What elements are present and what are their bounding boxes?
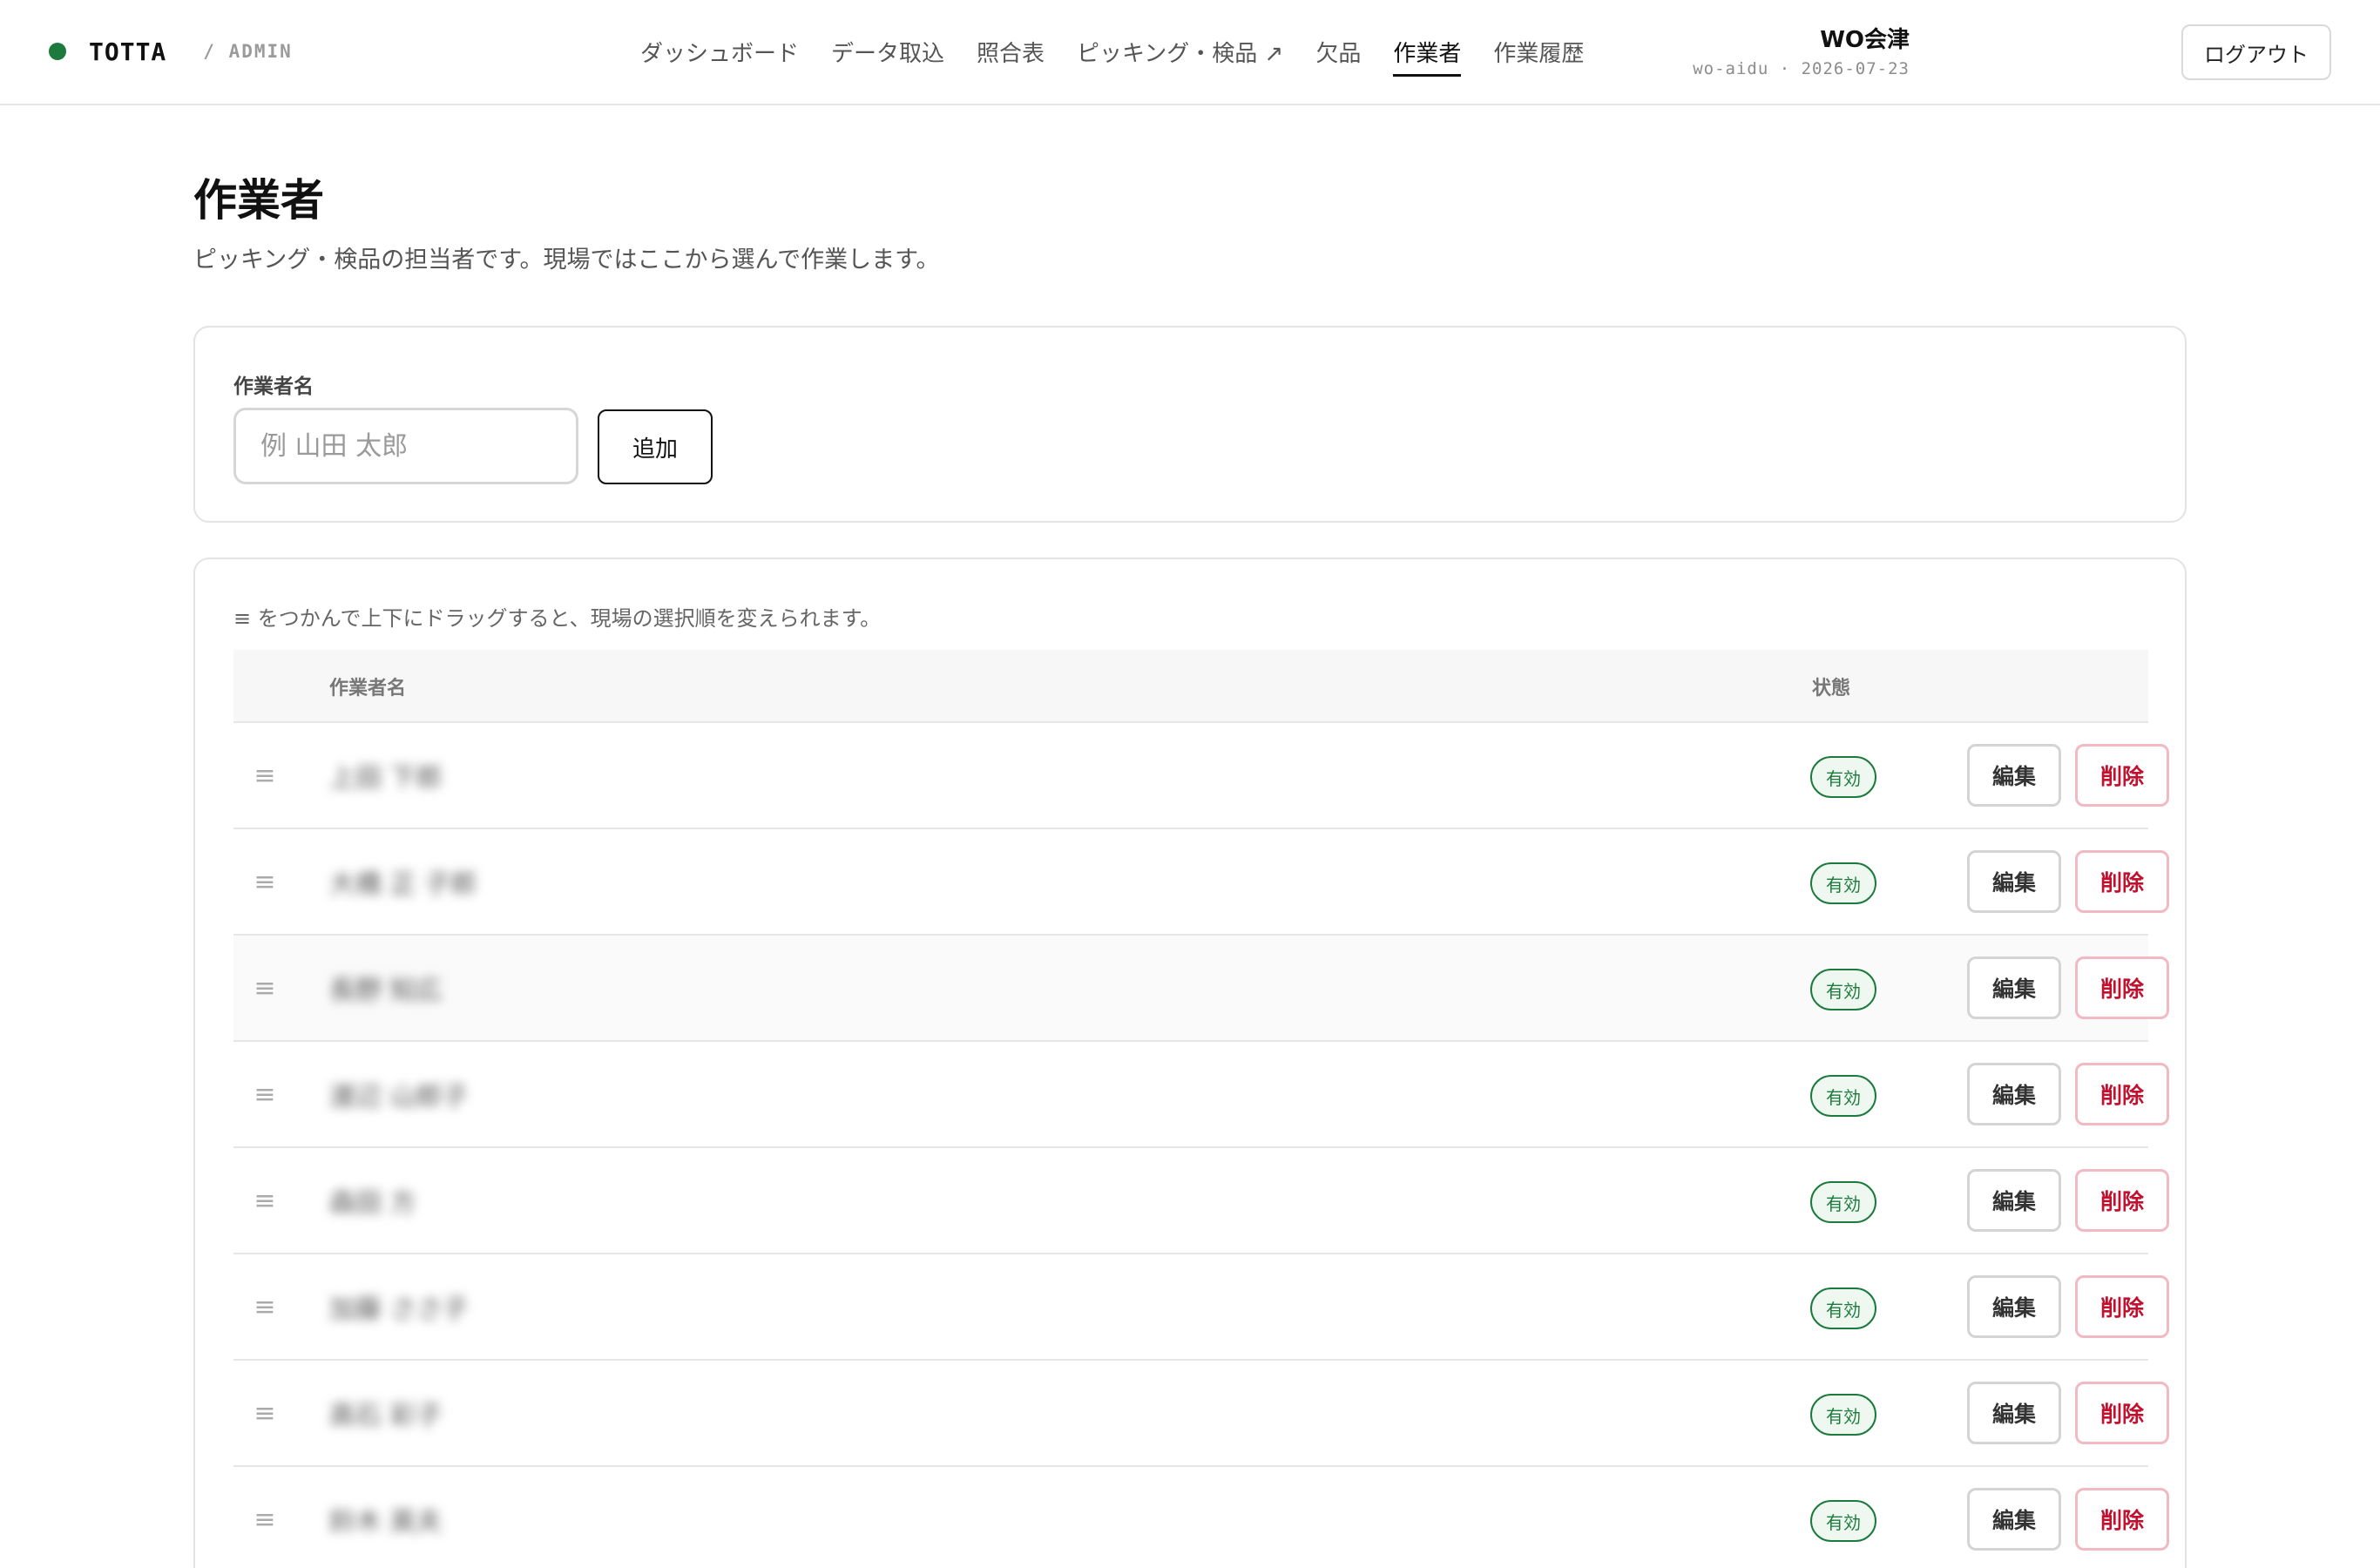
status-badge: 有効 bbox=[1810, 1500, 1876, 1542]
table-row: ≡ 大橋 正 子郎 有効 編集 削除 bbox=[233, 829, 2169, 936]
drag-handle-icon[interactable]: ≡ bbox=[249, 1467, 281, 1568]
logout-button[interactable]: ログアウト bbox=[2181, 24, 2331, 80]
main-nav: ダッシュボード データ取込 照合表 ピッキング・検品 ↗ 欠品 作業者 作業履歴 bbox=[640, 0, 1616, 103]
edit-button[interactable]: 編集 bbox=[1967, 1169, 2061, 1232]
nav-item-shortage[interactable]: 欠品 bbox=[1315, 0, 1361, 103]
status-badge: 有効 bbox=[1810, 756, 1876, 798]
edit-button[interactable]: 編集 bbox=[1967, 1382, 2061, 1444]
account-name: WO会津 bbox=[1820, 27, 1910, 53]
table-row: ≡ 加藤 ささ子 有効 編集 削除 bbox=[233, 1254, 2169, 1361]
add-worker-button[interactable]: 追加 bbox=[598, 409, 713, 484]
page-subtitle: ピッキング・検品の担当者です。現場ではここから選んで作業します。 bbox=[193, 247, 940, 274]
table-row: ≡ 上田 下郎 有効 編集 削除 bbox=[233, 723, 2169, 829]
column-header-status: 状態 bbox=[1812, 678, 1851, 700]
nav-item-workers[interactable]: 作業者 bbox=[1393, 0, 1462, 103]
worker-table: 作業者名 状態 ≡ 上田 下郎 有効 編集 削除 ≡ 大橋 正 子郎 有効 編集… bbox=[233, 650, 2169, 1568]
brand-name: TOTTA bbox=[89, 37, 167, 66]
nav-item-dashboard[interactable]: ダッシュボード bbox=[640, 0, 799, 103]
nav-item-work-history[interactable]: 作業履歴 bbox=[1493, 0, 1584, 103]
delete-button[interactable]: 削除 bbox=[2075, 1275, 2169, 1338]
worker-list-card: ≡ をつかんで上下にドラッグすると、現場の選択順を変えられます。 作業者名 状態… bbox=[193, 558, 2187, 1568]
delete-button[interactable]: 削除 bbox=[2075, 956, 2169, 1019]
drag-handle-icon[interactable]: ≡ bbox=[249, 829, 281, 934]
worker-name: 加藤 ささ子 bbox=[329, 1294, 469, 1325]
delete-button[interactable]: 削除 bbox=[2075, 850, 2169, 913]
status-badge: 有効 bbox=[1810, 1288, 1876, 1329]
status-dot-icon bbox=[49, 43, 66, 60]
table-header: 作業者名 状態 bbox=[233, 650, 2148, 723]
drag-handle-icon[interactable]: ≡ bbox=[249, 723, 281, 828]
status-badge: 有効 bbox=[1810, 969, 1876, 1010]
worker-name: 渡辺 山郎子 bbox=[329, 1082, 469, 1112]
status-badge: 有効 bbox=[1810, 1181, 1876, 1223]
edit-button[interactable]: 編集 bbox=[1967, 1488, 2061, 1551]
worker-name: 長野 知広 bbox=[329, 976, 443, 1006]
worker-name-label: 作業者名 bbox=[233, 375, 314, 398]
table-row: ≡ 高石 彩子 有効 編集 削除 bbox=[233, 1361, 2169, 1467]
delete-button[interactable]: 削除 bbox=[2075, 744, 2169, 807]
nav-item-reconciliation[interactable]: 照合表 bbox=[977, 0, 1045, 103]
page-title: 作業者 bbox=[193, 175, 324, 226]
worker-name: 上田 下郎 bbox=[329, 763, 443, 794]
brand-section: / ADMIN bbox=[203, 41, 293, 62]
nav-item-data-import[interactable]: データ取込 bbox=[831, 0, 944, 103]
drag-handle-icon[interactable]: ≡ bbox=[249, 1254, 281, 1359]
status-badge: 有効 bbox=[1810, 862, 1876, 904]
drag-hint: ≡ をつかんで上下にドラッグすると、現場の選択順を変えられます。 bbox=[233, 606, 882, 631]
edit-button[interactable]: 編集 bbox=[1967, 744, 2061, 807]
drag-handle-icon[interactable]: ≡ bbox=[249, 936, 281, 1040]
worker-name: 高石 彩子 bbox=[329, 1401, 443, 1431]
drag-handle-icon[interactable]: ≡ bbox=[249, 1042, 281, 1146]
drag-handle-icon[interactable]: ≡ bbox=[249, 1361, 281, 1465]
table-row: ≡ 長野 知広 有効 編集 削除 bbox=[233, 936, 2169, 1042]
worker-name: 森田 方 bbox=[329, 1188, 416, 1219]
delete-button[interactable]: 削除 bbox=[2075, 1382, 2169, 1444]
worker-name: 鈴木 英夫 bbox=[329, 1507, 443, 1538]
worker-name: 大橋 正 子郎 bbox=[329, 869, 477, 900]
nav-item-picking-inspection[interactable]: ピッキング・検品 ↗ bbox=[1077, 0, 1283, 103]
worker-name-input[interactable] bbox=[233, 408, 578, 484]
brand[interactable]: TOTTA / ADMIN bbox=[49, 0, 293, 103]
edit-button[interactable]: 編集 bbox=[1967, 1063, 2061, 1125]
status-badge: 有効 bbox=[1810, 1394, 1876, 1436]
drag-handle-icon[interactable]: ≡ bbox=[249, 1148, 281, 1253]
add-worker-card: 作業者名 追加 bbox=[193, 326, 2187, 523]
edit-button[interactable]: 編集 bbox=[1967, 850, 2061, 913]
delete-button[interactable]: 削除 bbox=[2075, 1488, 2169, 1551]
table-row: ≡ 森田 方 有効 編集 削除 bbox=[233, 1148, 2169, 1254]
top-bar: TOTTA / ADMIN ダッシュボード データ取込 照合表 ピッキング・検品… bbox=[0, 0, 2380, 105]
table-row: ≡ 渡辺 山郎子 有効 編集 削除 bbox=[233, 1042, 2169, 1148]
edit-button[interactable]: 編集 bbox=[1967, 956, 2061, 1019]
account-info: WO会津 wo-aidu · 2026-07-23 bbox=[1693, 24, 1910, 82]
edit-button[interactable]: 編集 bbox=[1967, 1275, 2061, 1338]
column-header-name: 作業者名 bbox=[329, 678, 407, 700]
account-meta: wo-aidu · 2026-07-23 bbox=[1693, 59, 1910, 78]
delete-button[interactable]: 削除 bbox=[2075, 1063, 2169, 1125]
status-badge: 有効 bbox=[1810, 1075, 1876, 1117]
table-row: ≡ 鈴木 英夫 有効 編集 削除 bbox=[233, 1467, 2169, 1568]
delete-button[interactable]: 削除 bbox=[2075, 1169, 2169, 1232]
